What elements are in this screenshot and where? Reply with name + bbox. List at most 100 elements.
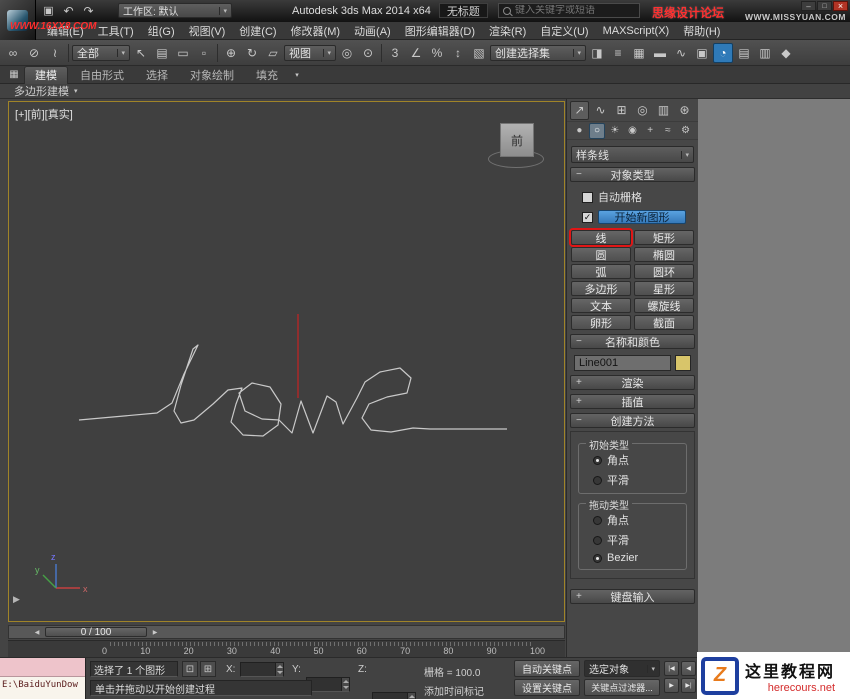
tab-selection[interactable]: 选择 [136, 66, 178, 84]
previous-frame-arrow[interactable]: ◀ [31, 627, 43, 637]
spinner-icon[interactable] [275, 663, 283, 676]
modify-tab[interactable]: ∿ [591, 101, 610, 120]
ribbon-corner-icon[interactable]: ▦ [6, 68, 22, 82]
absolute-offset-mode-icon[interactable]: ⊞ [200, 661, 216, 677]
creation-method-rollout-header[interactable]: − 创建方法 [570, 413, 695, 428]
add-time-tag-button[interactable]: 添加时间标记 [424, 683, 484, 698]
time-slider-track[interactable]: ◀ 0 / 100 ▶ [8, 625, 565, 639]
keyboard-entry-rollout-header[interactable]: + 键盘输入 [570, 589, 695, 604]
set-key-button[interactable]: 设置关键点 [514, 679, 580, 696]
tab-freeform[interactable]: 自由形式 [70, 66, 134, 84]
drag-smooth-radio[interactable] [593, 536, 602, 545]
menu-help[interactable]: 帮助(H) [676, 22, 727, 40]
motion-tab[interactable]: ◎ [633, 101, 652, 120]
interpolation-rollout-header[interactable]: + 插值 [570, 394, 695, 409]
viewcube[interactable]: 前 [490, 118, 544, 174]
angle-snap-icon[interactable]: ∠ [406, 43, 426, 63]
menu-tools[interactable]: 工具(T) [91, 22, 141, 40]
track-bar[interactable]: 0 10 20 30 40 50 60 70 80 90 100 [8, 640, 565, 657]
btn-helix[interactable]: 螺旋线 [634, 298, 694, 313]
viewcube-front-face[interactable]: 前 [500, 123, 534, 157]
hierarchy-tab[interactable]: ⊞ [612, 101, 631, 120]
btn-egg[interactable]: 卵形 [571, 315, 631, 330]
schematic-view-icon[interactable]: ▣ [692, 43, 712, 63]
menu-customize[interactable]: 自定义(U) [533, 22, 595, 40]
selection-lock-icon[interactable]: ⊡ [182, 661, 198, 677]
use-pivot-center-icon[interactable]: ◎ [337, 43, 357, 63]
menu-views[interactable]: 视图(V) [182, 22, 233, 40]
btn-donut[interactable]: 圆环 [634, 264, 694, 279]
name-color-rollout-header[interactable]: − 名称和颜色 [570, 334, 695, 349]
selection-filter-dropdown[interactable]: 全部 ▾ [72, 45, 130, 61]
next-frame-arrow[interactable]: ▶ [149, 627, 161, 637]
mini-curve-editor-arrow[interactable]: ▶ [13, 594, 20, 605]
btn-section[interactable]: 截面 [634, 315, 694, 330]
time-slider-handle[interactable]: 0 / 100 [45, 627, 147, 637]
undo-button[interactable]: ↶ [60, 3, 77, 18]
shapes-category-icon[interactable]: ○ [589, 123, 606, 139]
select-by-name-icon[interactable]: ▤ [152, 43, 172, 63]
search-input[interactable] [515, 5, 627, 16]
btn-line[interactable]: 线 [571, 230, 631, 245]
viewport-canvas[interactable]: x y z [9, 102, 564, 621]
named-selection-set-dropdown[interactable]: 创建选择集 ▾ [490, 45, 586, 61]
snaps-toggle-icon[interactable]: 3 [385, 43, 405, 63]
tab-populate[interactable]: 填充 [246, 66, 288, 84]
btn-arc[interactable]: 弧 [571, 264, 631, 279]
viewport-front[interactable]: x y z [+][前][真实] 前 ▶ [8, 101, 565, 622]
close-button[interactable]: × [833, 1, 848, 11]
reference-coordinate-dropdown[interactable]: 视图 ▾ [284, 45, 336, 61]
object-type-rollout-header[interactable]: − 对象类型 [570, 167, 695, 182]
mirror-icon[interactable]: ◨ [587, 43, 607, 63]
go-to-start-button[interactable]: |◀ [664, 661, 679, 676]
select-and-scale-icon[interactable]: ▱ [263, 43, 283, 63]
btn-star[interactable]: 星形 [634, 281, 694, 296]
macro-recorder-pane[interactable] [0, 658, 85, 677]
play-button[interactable]: ▶ [664, 678, 679, 693]
drag-corner-radio[interactable] [593, 516, 602, 525]
cameras-category-icon[interactable]: ◉ [624, 123, 641, 139]
start-new-shape-checkbox[interactable]: ✓ [582, 212, 593, 223]
y-coordinate-field[interactable] [306, 677, 350, 692]
previous-frame-button[interactable]: ◀ [681, 661, 696, 676]
menu-rendering[interactable]: 渲染(R) [482, 22, 533, 40]
menu-maxscript[interactable]: MAXScript(X) [596, 22, 677, 40]
lights-category-icon[interactable]: ☀ [606, 123, 623, 139]
go-to-end-button[interactable]: ▶| [681, 678, 696, 693]
select-object-icon[interactable]: ↖ [131, 43, 151, 63]
search-box[interactable] [498, 3, 640, 18]
layer-manager-icon[interactable]: ▦ [629, 43, 649, 63]
app-logo-button[interactable] [0, 0, 36, 40]
spinner-snap-icon[interactable]: ↕ [448, 43, 468, 63]
key-mode-dropdown[interactable]: 选定对象 ▾ [584, 660, 660, 677]
object-name-field[interactable]: Line001 [574, 355, 671, 371]
initial-corner-radio[interactable] [593, 456, 602, 465]
utilities-tab[interactable]: ⊛ [675, 101, 694, 120]
viewport-label[interactable]: [+][前][真实] [15, 106, 73, 122]
chevron-down-icon[interactable]: ▾ [290, 71, 304, 79]
systems-category-icon[interactable]: ⚙ [677, 123, 694, 139]
autogrid-checkbox[interactable] [582, 192, 593, 203]
ribbon-toggle-icon[interactable]: ▬ [650, 43, 670, 63]
z-coordinate-field[interactable] [372, 692, 416, 699]
select-and-manipulate-icon[interactable]: ⊙ [358, 43, 378, 63]
menu-group[interactable]: 组(G) [141, 22, 182, 40]
btn-rectangle[interactable]: 矩形 [634, 230, 694, 245]
object-color-swatch[interactable] [675, 355, 691, 371]
spacewarps-category-icon[interactable]: ≈ [660, 123, 677, 139]
edit-named-selections-icon[interactable]: ▧ [469, 43, 489, 63]
spinner-icon[interactable] [341, 678, 349, 691]
rendering-rollout-header[interactable]: + 渲染 [570, 375, 695, 390]
select-and-rotate-icon[interactable]: ↻ [242, 43, 262, 63]
rectangular-selection-region-icon[interactable]: ▭ [173, 43, 193, 63]
start-new-shape-button[interactable]: 开始新图形 [598, 210, 686, 224]
curve-editor-icon[interactable]: ∿ [671, 43, 691, 63]
btn-ellipse[interactable]: 椭圆 [634, 247, 694, 262]
align-icon[interactable]: ≡ [608, 43, 628, 63]
polygon-modeling-panel-label[interactable]: 多边形建模 [14, 83, 69, 99]
bind-to-spacewarp-icon[interactable]: ≀ [45, 43, 65, 63]
unlink-selection-icon[interactable]: ⊘ [24, 43, 44, 63]
save-button[interactable]: ▣ [40, 3, 57, 18]
spline-type-dropdown[interactable]: 样条线 ▾ [571, 146, 694, 163]
menu-create[interactable]: 创建(C) [232, 22, 283, 40]
